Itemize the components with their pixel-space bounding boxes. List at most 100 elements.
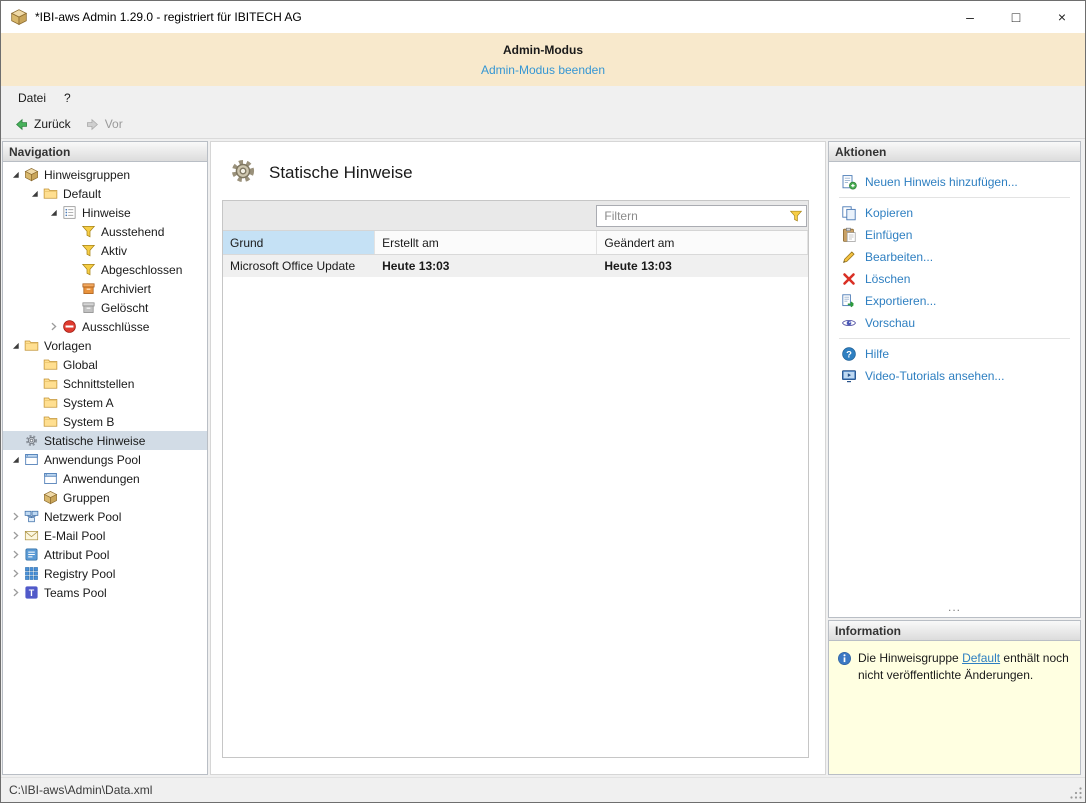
export-icon: [841, 293, 857, 309]
information-header: Information: [829, 621, 1080, 641]
action-label: Exportieren...: [865, 294, 936, 308]
action-exportieren[interactable]: Exportieren...: [829, 290, 1080, 312]
information-message-start: Die Hinweisgruppe: [858, 651, 962, 665]
action-kopieren[interactable]: Kopieren: [829, 202, 1080, 224]
expander-spacer: [26, 490, 42, 506]
tree-item-system-a[interactable]: System A: [3, 393, 207, 412]
actions-separator: [839, 338, 1070, 339]
tree-item-gruppen[interactable]: Gruppen: [3, 488, 207, 507]
mail-icon: [23, 528, 40, 544]
expand-icon[interactable]: [7, 585, 23, 601]
action-label: Neuen Hinweis hinzufügen...: [865, 175, 1018, 189]
admin-mode-exit-link[interactable]: Admin-Modus beenden: [1, 63, 1085, 77]
expander-spacer: [64, 281, 80, 297]
forward-button[interactable]: Vor: [78, 114, 130, 135]
tree-item-statische-hinweise[interactable]: Statische Hinweise: [3, 431, 207, 450]
menu-datei[interactable]: Datei: [9, 88, 55, 108]
tree-item-vorlagen[interactable]: Vorlagen: [3, 336, 207, 355]
tree-item-label: Hinweise: [82, 206, 137, 220]
tree-item-hinweise[interactable]: Hinweise: [3, 203, 207, 222]
expand-icon[interactable]: [7, 547, 23, 563]
collapse-icon[interactable]: [45, 205, 61, 221]
edit-icon: [841, 249, 857, 265]
collapse-icon[interactable]: [7, 452, 23, 468]
tree-item-registry-pool[interactable]: Registry Pool: [3, 564, 207, 583]
tree-item-anwendungen[interactable]: Anwendungen: [3, 469, 207, 488]
menubar: Datei ?: [1, 86, 1085, 110]
toolbar: Zurück Vor: [1, 110, 1085, 139]
tree-item-attribut-pool[interactable]: Attribut Pool: [3, 545, 207, 564]
tree-item-ausstehend[interactable]: Ausstehend: [3, 222, 207, 241]
page-title: Statische Hinweise: [269, 163, 413, 183]
tree-item-ausschl-sse[interactable]: Ausschlüsse: [3, 317, 207, 336]
filter-funnel-icon[interactable]: [789, 209, 803, 223]
collapse-icon[interactable]: [26, 186, 42, 202]
tree-item-aktiv[interactable]: Aktiv: [3, 241, 207, 260]
action-l-schen[interactable]: Löschen: [829, 268, 1080, 290]
action-bearbeiten[interactable]: Bearbeiten...: [829, 246, 1080, 268]
paste-icon: [841, 227, 857, 243]
tree-item-teams-pool[interactable]: TTeams Pool: [3, 583, 207, 602]
admin-mode-banner: Admin-Modus Admin-Modus beenden: [1, 33, 1085, 86]
archive-icon: [80, 281, 97, 297]
action-hilfe[interactable]: ?Hilfe: [829, 343, 1080, 365]
close-button[interactable]: ×: [1039, 1, 1085, 33]
forward-label: Vor: [105, 117, 123, 131]
video-icon: [841, 368, 857, 384]
filter-input[interactable]: [596, 205, 807, 227]
tree-item-schnittstellen[interactable]: Schnittstellen: [3, 374, 207, 393]
tree-item-archiviert[interactable]: Archiviert: [3, 279, 207, 298]
resize-grip[interactable]: [1069, 786, 1083, 800]
collapse-icon[interactable]: [7, 167, 23, 183]
tree-item-label: Gelöscht: [101, 301, 154, 315]
funnel-icon: [80, 224, 97, 240]
expander-spacer: [26, 395, 42, 411]
column-header-erstellt-am[interactable]: Erstellt am: [375, 231, 597, 254]
information-body: Die Hinweisgruppe Default enthält noch n…: [829, 641, 1080, 774]
tree-item-label: Statische Hinweise: [44, 434, 151, 448]
table-row[interactable]: Microsoft Office UpdateHeute 13:03Heute …: [223, 255, 808, 277]
statusbar: C:\IBI-aws\Admin\Data.xml: [1, 777, 1085, 802]
expand-icon[interactable]: [45, 319, 61, 335]
app-icon: [23, 452, 40, 468]
tree-item-label: Global: [63, 358, 104, 372]
expand-icon[interactable]: [7, 509, 23, 525]
default-group-link[interactable]: Default: [962, 651, 1000, 665]
tree-item-netzwerk-pool[interactable]: Netzwerk Pool: [3, 507, 207, 526]
menu-help[interactable]: ?: [55, 88, 80, 108]
action-label: Bearbeiten...: [865, 250, 933, 264]
action-label: Video-Tutorials ansehen...: [865, 369, 1004, 383]
table-cell: Heute 13:03: [597, 259, 808, 273]
titlebar: *IBI-aws Admin 1.29.0 - registriert für …: [1, 1, 1085, 33]
action-einf-gen[interactable]: Einfügen: [829, 224, 1080, 246]
tree-item-hinweisgruppen[interactable]: Hinweisgruppen: [3, 165, 207, 184]
minimize-button[interactable]: –: [947, 1, 993, 33]
tree-item-gel-scht[interactable]: Gelöscht: [3, 298, 207, 317]
tree-item-abgeschlossen[interactable]: Abgeschlossen: [3, 260, 207, 279]
tree-item-label: System B: [63, 415, 120, 429]
expander-spacer: [64, 300, 80, 316]
maximize-button[interactable]: □: [993, 1, 1039, 33]
folder-icon: [42, 376, 59, 392]
tree-item-system-b[interactable]: System B: [3, 412, 207, 431]
collapse-icon[interactable]: [7, 338, 23, 354]
back-button[interactable]: Zurück: [7, 114, 78, 135]
action-vorschau[interactable]: Vorschau: [829, 312, 1080, 334]
action-video-tutorials-ansehen[interactable]: Video-Tutorials ansehen...: [829, 365, 1080, 387]
tree-item-global[interactable]: Global: [3, 355, 207, 374]
expander-spacer: [64, 262, 80, 278]
tree-item-label: Attribut Pool: [44, 548, 115, 562]
expand-icon[interactable]: [7, 528, 23, 544]
tree-item-label: Vorlagen: [44, 339, 97, 353]
column-header-grund[interactable]: Grund: [223, 231, 375, 254]
column-header-ge-ndert-am[interactable]: Geändert am: [597, 231, 808, 254]
tree-item-anwendungs-pool[interactable]: Anwendungs Pool: [3, 450, 207, 469]
tree-item-label: Schnittstellen: [63, 377, 140, 391]
actions-overflow[interactable]: ...: [829, 601, 1080, 617]
tree-item-e-mail-pool[interactable]: E-Mail Pool: [3, 526, 207, 545]
expand-icon[interactable]: [7, 566, 23, 582]
tree-item-default[interactable]: Default: [3, 184, 207, 203]
action-neuen-hinweis-hinzuf-gen[interactable]: Neuen Hinweis hinzufügen...: [829, 171, 1080, 193]
actions-separator: [839, 197, 1070, 198]
tree-item-label: Ausschlüsse: [82, 320, 155, 334]
